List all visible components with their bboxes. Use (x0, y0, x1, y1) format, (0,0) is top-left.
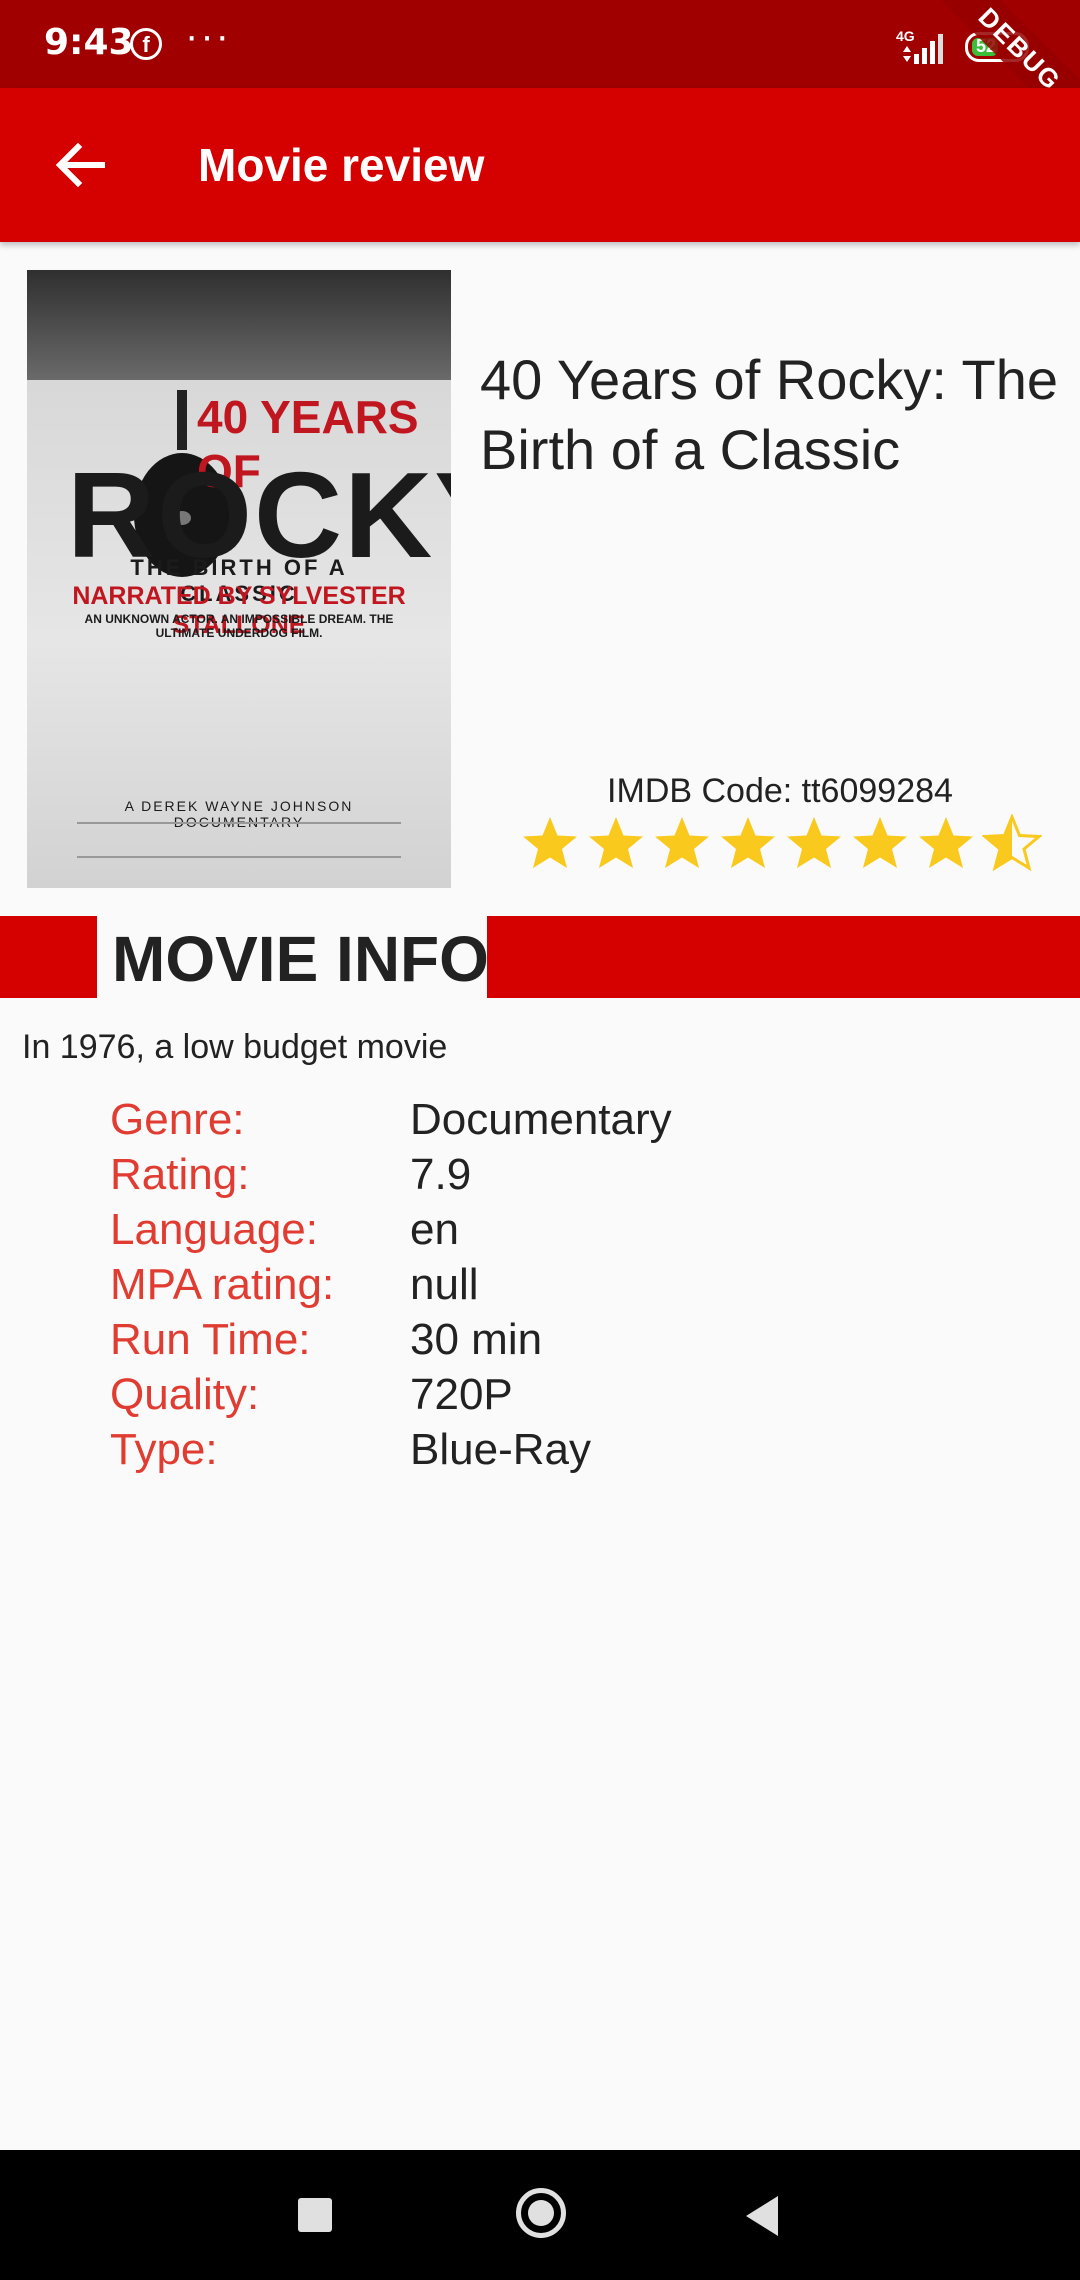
star-icon (589, 817, 643, 868)
home-icon[interactable] (516, 2188, 566, 2238)
back-triangle-icon[interactable] (742, 2194, 782, 2238)
star-icon (853, 817, 907, 868)
info-row: Quality: 720P (110, 1370, 910, 1425)
section-title: MOVIE INFO (112, 923, 489, 995)
info-value: Documentary (410, 1095, 672, 1144)
poster-tagline: AN UNKNOWN ACTOR. AN IMPOSSIBLE DREAM. T… (84, 612, 394, 640)
star-icon (523, 817, 577, 868)
info-value: 7.9 (410, 1150, 472, 1199)
star-icon (919, 817, 973, 868)
info-key: Run Time: (110, 1315, 311, 1364)
info-key: Rating: (110, 1150, 250, 1199)
system-nav-bar (0, 2150, 1080, 2280)
app-bar: Movie review (0, 88, 1080, 242)
poster-billing-block (77, 822, 401, 858)
info-key: Type: (110, 1425, 218, 1474)
home-icon-inner (528, 2200, 554, 2226)
info-key: Genre: (110, 1095, 245, 1144)
info-value: null (410, 1260, 479, 1309)
facebook-notification-icon: f (130, 28, 162, 60)
page-title: Movie review (198, 139, 485, 191)
movie-poster: 40 YEARS OF ROCKY THE BIRTH OF A CLASSIC… (27, 270, 451, 888)
info-key: Language: (110, 1205, 318, 1254)
info-row: Type: Blue-Ray (110, 1425, 910, 1480)
movie-info-list: Genre: Documentary Rating: 7.9 Language: en MP… (110, 1095, 910, 1480)
info-row: Run Time: 30 min (110, 1315, 910, 1370)
arrow-back-icon[interactable] (40, 125, 120, 205)
info-row: Language: en (110, 1205, 910, 1260)
movie-description: In 1976, a low budget movie (22, 1028, 448, 1066)
info-value: 30 min (410, 1315, 543, 1364)
info-row: Genre: Documentary (110, 1095, 910, 1150)
info-value: 720P (410, 1370, 513, 1419)
star-half-icon (982, 814, 1042, 872)
info-row: Rating: 7.9 (110, 1150, 910, 1205)
rating-stars (520, 814, 1042, 880)
more-notifications-icon: ··· (185, 14, 231, 58)
star-icon (655, 817, 709, 868)
info-value: en (410, 1205, 459, 1254)
movie-title: 40 Years of Rocky: The Birth of a Classi… (480, 348, 1058, 481)
imdb-code: IMDB Code: tt6099284 (607, 772, 953, 810)
star-icon (787, 817, 841, 868)
info-key: MPA rating: (110, 1260, 335, 1309)
signal-icon (903, 34, 943, 64)
info-row: MPA rating: null (110, 1260, 910, 1315)
status-time: 9:43 (44, 22, 134, 63)
status-bar: 9:43 f ··· 4G 52 DEBUG (0, 0, 1080, 156)
poster-ceiling (27, 270, 451, 380)
star-icon (721, 817, 775, 868)
info-value: Blue-Ray (410, 1425, 591, 1474)
info-key: Quality: (110, 1370, 260, 1419)
recents-icon[interactable] (298, 2198, 332, 2232)
